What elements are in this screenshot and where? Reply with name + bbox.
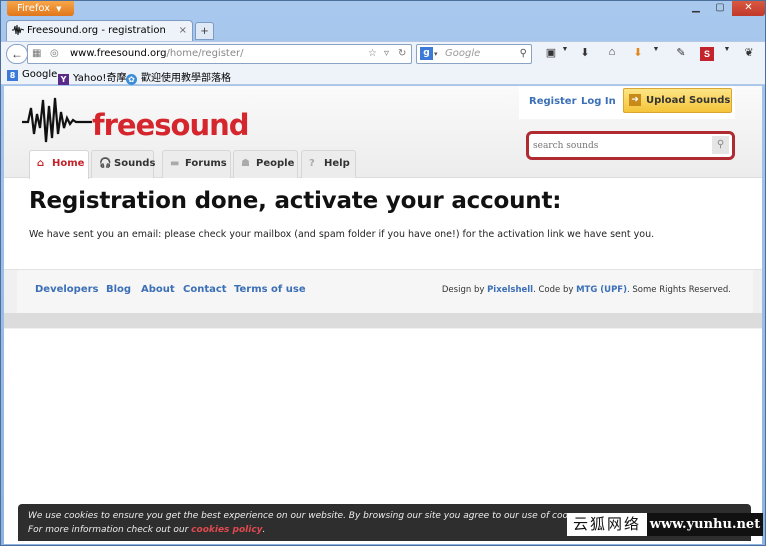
people-icon: ☗ xyxy=(241,158,250,169)
pixelshell-link[interactable]: Pixelshell xyxy=(487,285,533,295)
bookmark-google[interactable]: 8 Google xyxy=(7,69,57,81)
addon-icon[interactable]: ❦ xyxy=(741,46,757,59)
cookie-text: For more information check out our xyxy=(28,525,192,535)
close-window-button[interactable]: ✕ xyxy=(732,1,765,16)
tab-label: Home xyxy=(52,158,85,169)
download-icon[interactable]: ⬇ xyxy=(577,46,593,59)
tab-help[interactable]: ? Help xyxy=(301,150,356,178)
browser-tab[interactable]: Freesound.org - registration done × xyxy=(6,20,193,55)
footer-link-developers[interactable]: Developers xyxy=(35,284,99,295)
search-icon[interactable]: ⚲ xyxy=(520,45,527,63)
globe-icon: ◎ xyxy=(50,48,59,59)
footer-band xyxy=(4,313,762,328)
footer-link-terms[interactable]: Terms of use xyxy=(234,284,306,295)
search-placeholder: Google xyxy=(445,48,481,59)
footer-link-blog[interactable]: Blog xyxy=(106,284,131,295)
back-button[interactable]: ← xyxy=(6,44,28,64)
title-bar: Firefox ▼ ▁ ▢ ✕ xyxy=(1,1,765,17)
bookmark-label: 歡迎使用教學部落格 xyxy=(141,73,231,84)
home-icon: ⌂ xyxy=(37,158,45,169)
credits-text: Design by xyxy=(441,285,488,295)
reload-icon[interactable]: ↻ xyxy=(398,45,406,63)
history-dropdown-icon[interactable]: ▿ xyxy=(384,45,389,63)
tab-label: Forums xyxy=(185,158,227,169)
tab-label: Help xyxy=(324,158,350,169)
minimize-button[interactable]: ▁ xyxy=(684,1,708,16)
navigation-toolbar: ← ▦ ◎ www.freesound.org/home/register/ ☆… xyxy=(1,41,765,65)
extension-icon[interactable]: ✎ xyxy=(673,46,689,59)
cookies-policy-link[interactable]: cookies policy xyxy=(191,525,262,535)
login-link[interactable]: Log In xyxy=(581,96,616,107)
home-icon[interactable]: ⌂ xyxy=(604,46,620,58)
page-content: freesound Register Log In ➜ Upload Sound… xyxy=(4,86,762,544)
watermark-url: www.yunhu.net xyxy=(647,513,763,536)
tab-forums[interactable]: ▬ Forums xyxy=(162,150,231,178)
search-icon[interactable]: ⚲ xyxy=(712,136,729,154)
google-engine-icon[interactable]: g xyxy=(420,47,433,60)
engine-dropdown-icon[interactable]: ▾ xyxy=(434,45,438,63)
waveform-logo-icon xyxy=(22,97,92,143)
watermark: 云狐网络 www.yunhu.net xyxy=(567,513,763,536)
chat-icon: ▬ xyxy=(170,158,180,169)
bookmark-blog[interactable]: ✿ 歡迎使用教學部落格 xyxy=(126,69,231,85)
cookie-text: . xyxy=(262,525,266,535)
freesound-logo[interactable]: freesound xyxy=(22,94,249,144)
footer-link-about[interactable]: About xyxy=(141,284,175,295)
bookmarks-toolbar: 8 Google Y Yahoo!奇摩 ✿ 歡迎使用教學部落格 xyxy=(1,65,765,85)
activation-message: We have sent you an email: please check … xyxy=(29,229,655,240)
footer-credits: Design by Pixelshell. Code by MTG (UPF).… xyxy=(442,285,731,295)
credits-text: . Some Rights Reserved. xyxy=(627,285,731,295)
upload-icon: ➜ xyxy=(629,94,641,106)
page-title: Registration done, activate your account… xyxy=(29,188,562,214)
headphones-icon: 🎧 xyxy=(99,158,112,169)
maximize-button[interactable]: ▢ xyxy=(708,1,732,16)
stumbleupon-icon[interactable]: S xyxy=(700,47,714,61)
firefox-menu-label: Firefox xyxy=(17,3,51,14)
bookmark-label: Google xyxy=(22,69,58,80)
tab-home[interactable]: ⌂ Home xyxy=(29,150,89,179)
chevron-down-icon: ▼ xyxy=(56,5,62,13)
tab-label: People xyxy=(256,158,295,169)
download-helper-icon[interactable]: ⬇ xyxy=(630,46,646,59)
url-host: www.freesound.org xyxy=(70,48,167,59)
upload-sounds-button[interactable]: ➜ Upload Sounds xyxy=(623,88,732,113)
tab-sounds[interactable]: 🎧 Sounds xyxy=(91,150,156,178)
page-icon: ▦ xyxy=(32,48,42,59)
url-path: /home/register/ xyxy=(166,48,244,59)
tab-label: Sounds xyxy=(114,158,156,169)
google-icon: 8 xyxy=(7,70,18,81)
site-header: freesound Register Log In ➜ Upload Sound… xyxy=(4,86,762,179)
freesound-favicon-icon xyxy=(12,24,24,36)
mtg-link[interactable]: MTG (UPF) xyxy=(576,285,627,295)
upload-label: Upload Sounds xyxy=(646,95,731,106)
logo-text: freesound xyxy=(92,108,249,142)
search-sounds-input[interactable] xyxy=(533,137,711,154)
footer-link-contact[interactable]: Contact xyxy=(183,284,227,295)
chevron-down-icon[interactable]: ▼ xyxy=(557,46,573,53)
new-tab-button[interactable]: + xyxy=(195,22,214,40)
search-bar[interactable]: g ▾ Google ⚲ xyxy=(416,44,532,64)
chevron-down-icon[interactable]: ▼ xyxy=(648,46,664,53)
url-bar[interactable]: ▦ ◎ www.freesound.org/home/register/ ☆ ▿… xyxy=(27,44,412,64)
tab-strip: Freesound.org - registration done × + xyxy=(1,17,765,55)
tab-people[interactable]: ☗ People xyxy=(233,150,298,178)
close-tab-icon[interactable]: × xyxy=(179,21,187,40)
firefox-menu-button[interactable]: Firefox ▼ xyxy=(7,1,74,16)
bookmark-star-icon[interactable]: ☆ xyxy=(368,45,377,63)
register-link[interactable]: Register xyxy=(529,96,577,107)
browser-window: Firefox ▼ ▁ ▢ ✕ Freesound.org - registrat… xyxy=(0,0,766,546)
chevron-down-icon[interactable]: ▼ xyxy=(719,46,735,53)
blog-icon: ✿ xyxy=(126,74,137,85)
credits-text: . Code by xyxy=(533,285,577,295)
bookmark-label: Yahoo!奇摩 xyxy=(73,73,127,84)
site-search-box: ⚲ xyxy=(526,131,735,160)
yahoo-icon: Y xyxy=(58,74,69,85)
bookmark-yahoo[interactable]: Y Yahoo!奇摩 xyxy=(58,69,126,85)
watermark-cn: 云狐网络 xyxy=(567,513,647,536)
help-icon: ? xyxy=(309,158,315,169)
